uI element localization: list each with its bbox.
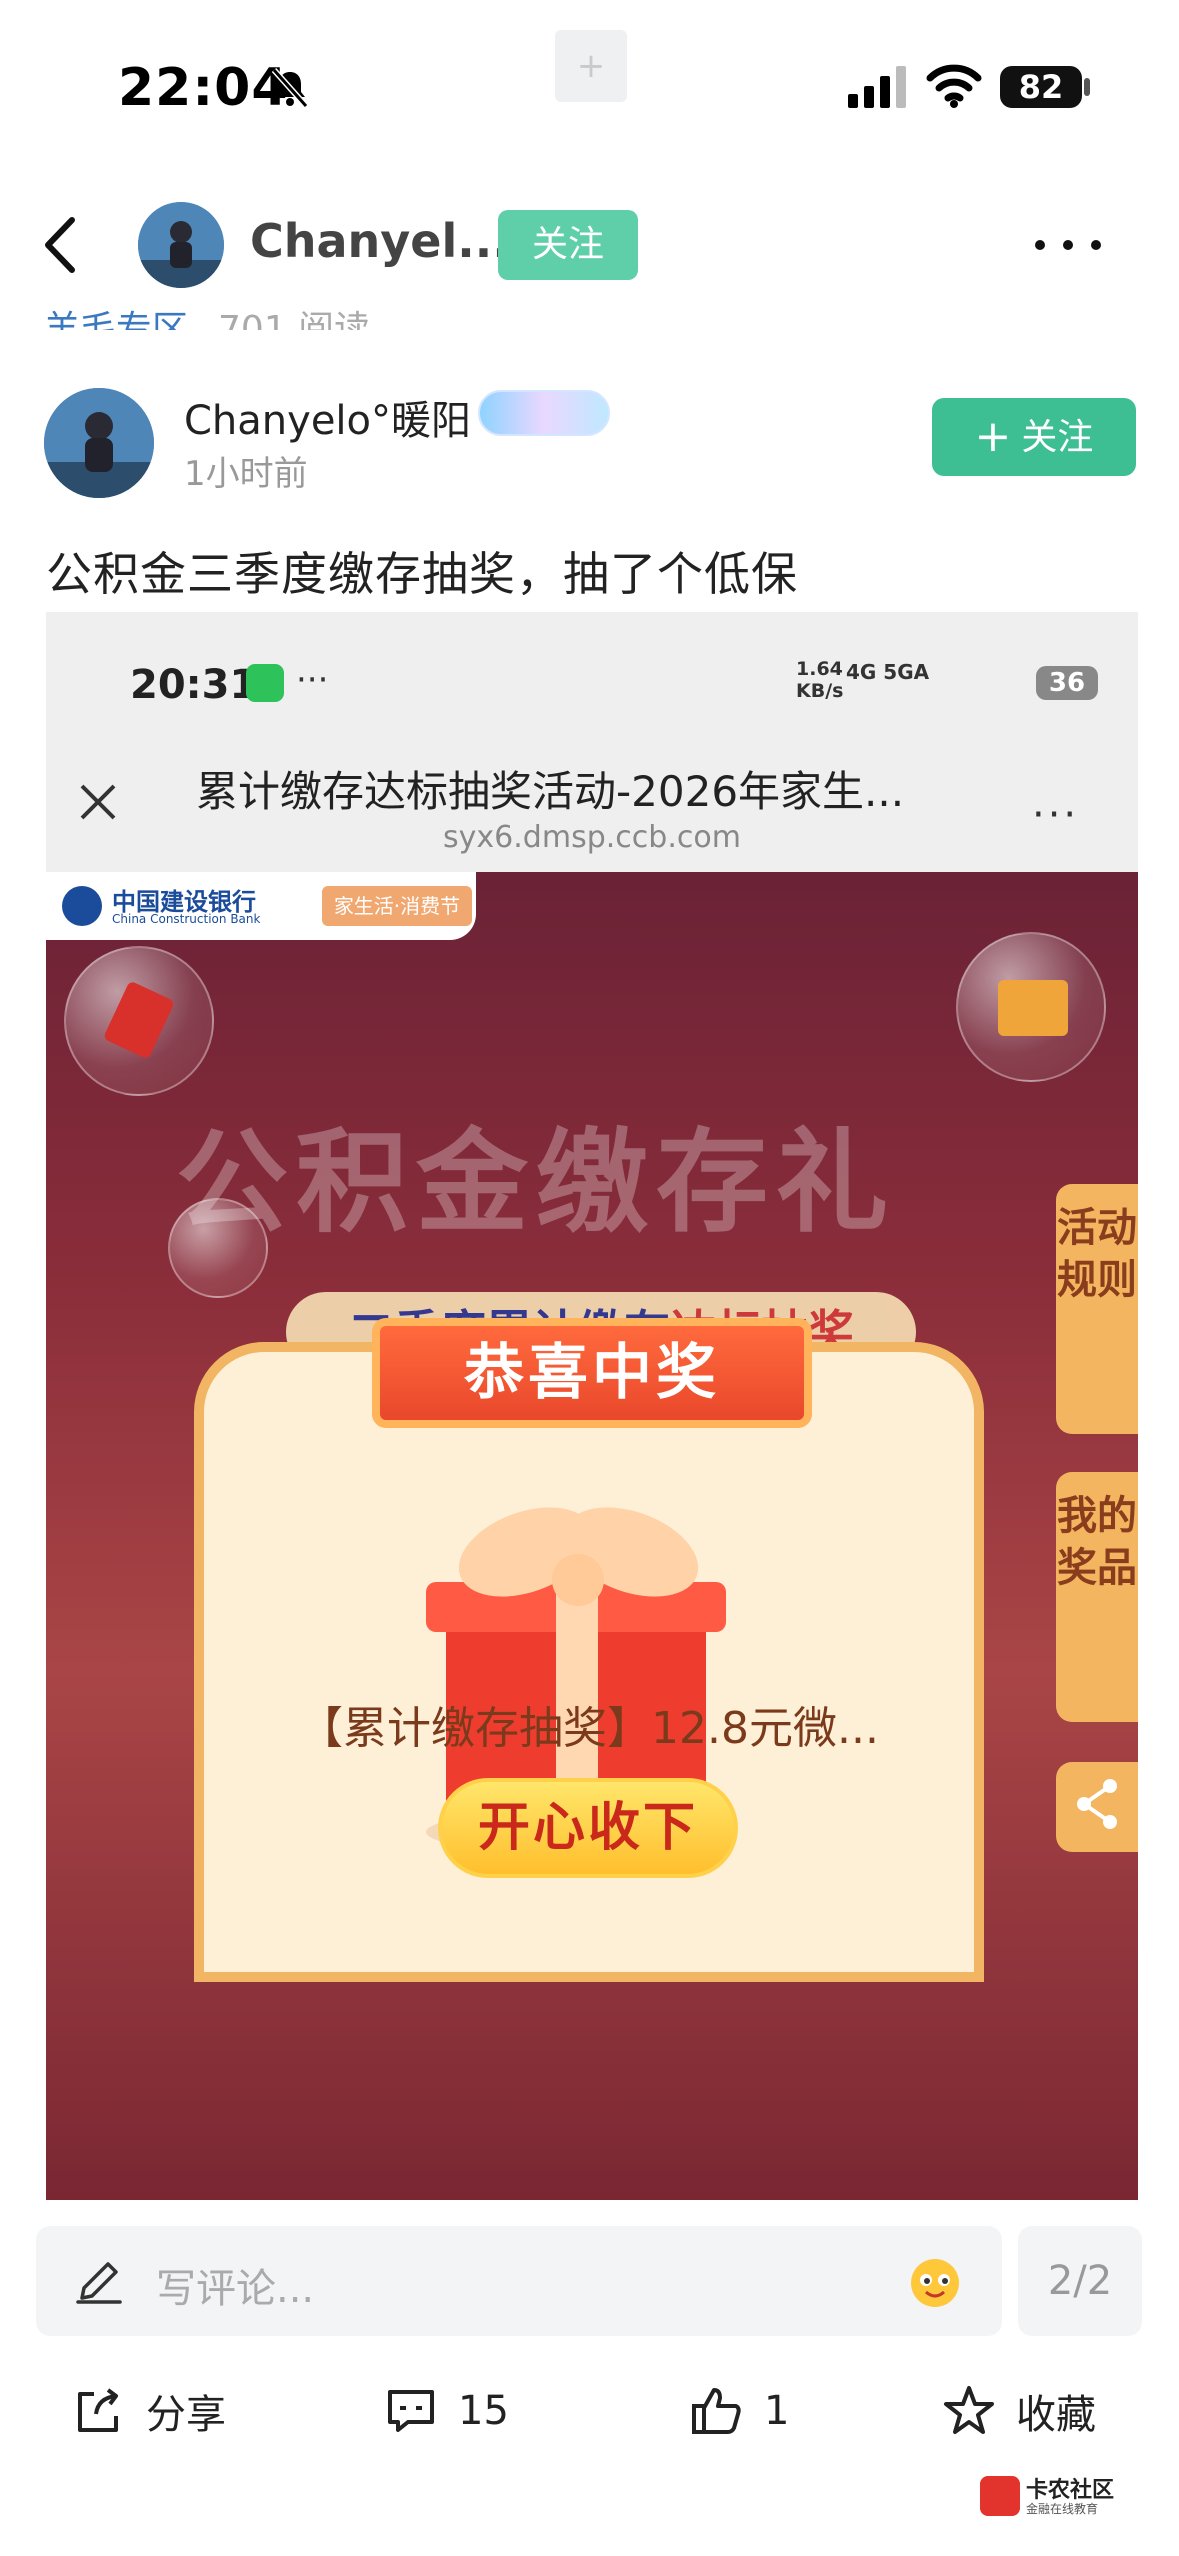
share-icon <box>1077 1779 1117 1829</box>
cellular-signal-icon <box>848 66 906 108</box>
share-icon <box>78 2388 118 2432</box>
post-time: 1小时前 <box>184 454 308 494</box>
like-action[interactable]: 1 <box>690 2376 789 2446</box>
status-time: 22:04 <box>118 58 289 118</box>
author-avatar[interactable] <box>44 388 154 498</box>
comment-icon <box>388 2390 434 2432</box>
read-count: 701 阅读 <box>218 309 371 330</box>
comments-count: 15 <box>458 2388 509 2434</box>
side-tab-prizes: 我的奖品 <box>1056 1472 1138 1722</box>
ccb-english: China Construction Bank <box>112 912 261 926</box>
comment-placeholder: 写评论... <box>156 2266 315 2312</box>
section-peek: 羊毛专区 701 阅读 <box>44 300 370 330</box>
bubble-gift <box>956 932 1106 1082</box>
back-chevron-icon[interactable] <box>36 210 86 280</box>
nav-username[interactable]: Chanyel... <box>250 214 510 268</box>
star-icon <box>944 2386 994 2434</box>
battery-indicator: 82 <box>1000 66 1082 108</box>
embedded-url: syx6.dmsp.ccb.com <box>443 820 741 855</box>
author-badge <box>478 390 610 436</box>
ccb-logo: 中国建设银行 China Construction Bank 家生活·消费节 <box>46 872 476 940</box>
plus-tile: + <box>555 30 627 102</box>
wifi-icon <box>926 64 982 108</box>
likes-count: 1 <box>764 2388 790 2434</box>
close-icon <box>80 784 116 820</box>
ccb-mark-icon <box>62 886 102 926</box>
page-counter: 2/2 <box>1018 2226 1142 2336</box>
watermark-logo <box>980 2476 1020 2516</box>
section-link[interactable]: 羊毛专区 <box>44 309 188 330</box>
pencil-icon <box>76 2262 122 2304</box>
more-options-icon[interactable] <box>1030 230 1106 260</box>
ccb-tag: 家生活·消费节 <box>322 886 472 926</box>
share-action[interactable]: 分享 <box>72 2376 226 2446</box>
battery-nub <box>1084 78 1090 96</box>
action-bar: 分享 15 1 收藏 <box>0 2356 1179 2466</box>
author-follow-button[interactable]: + 关注 <box>932 398 1136 476</box>
comment-input[interactable]: 写评论... <box>36 2226 1002 2336</box>
embedded-more-icon: ··· <box>1032 792 1080 838</box>
prize-dialog-header: 恭喜中奖 <box>372 1318 812 1428</box>
author-follow-label: 关注 <box>1021 417 1094 458</box>
comments-action[interactable]: 15 <box>384 2376 509 2446</box>
embedded-speed: 1.64 KB/s <box>796 658 844 702</box>
share-label: 分享 <box>146 2392 226 2438</box>
emoji-icon[interactable] <box>904 2250 966 2312</box>
thumbs-up-icon <box>692 2388 741 2434</box>
plus-icon: + <box>974 411 1012 462</box>
embedded-time: 20:31 <box>130 662 258 708</box>
side-tab-rules: 活动规则 <box>1056 1184 1138 1434</box>
embedded-dots: ··· <box>296 660 329 700</box>
banner-title: 公积金缴存礼 <box>176 1118 896 1248</box>
bubble-envelope <box>64 946 214 1096</box>
favorite-label: 收藏 <box>1016 2392 1096 2438</box>
wechat-icon <box>246 664 284 702</box>
prize-text: 【累计缴存抽奖】12.8元微... <box>299 1703 879 1754</box>
embedded-network: 4G 5GA <box>846 660 930 684</box>
bell-muted-icon <box>271 68 309 108</box>
accept-prize-button: 开心收下 <box>438 1778 738 1878</box>
nav-avatar[interactable] <box>138 202 224 288</box>
side-tab-share <box>1056 1762 1138 1852</box>
author-name[interactable]: Chanyelo°暖阳 <box>184 388 471 446</box>
nav-follow-button[interactable]: 关注 <box>498 210 638 280</box>
status-bar: 22:04 + 82 <box>0 0 1179 150</box>
embedded-page-title: 累计缴存达标抽奖活动-2026年家生... <box>196 767 905 816</box>
embedded-status-bar: 20:31 ··· 1.64 KB/s 4G 5GA 36 <box>46 612 1138 752</box>
post-image[interactable]: 20:31 ··· 1.64 KB/s 4G 5GA 36 累计缴存达标抽奖活动-… <box>46 612 1138 2200</box>
embedded-battery: 36 <box>1036 666 1098 700</box>
favorite-action[interactable]: 收藏 <box>942 2376 1096 2446</box>
nav-bar: Chanyel... 关注 <box>0 190 1179 300</box>
watermark-subtitle: 金融在线教育 <box>1026 2502 1099 2516</box>
post-title: 公积金三季度缴存抽奖，抽了个低保 <box>46 547 798 601</box>
watermark: 卡农社区 金融在线教育 <box>980 2472 1130 2520</box>
